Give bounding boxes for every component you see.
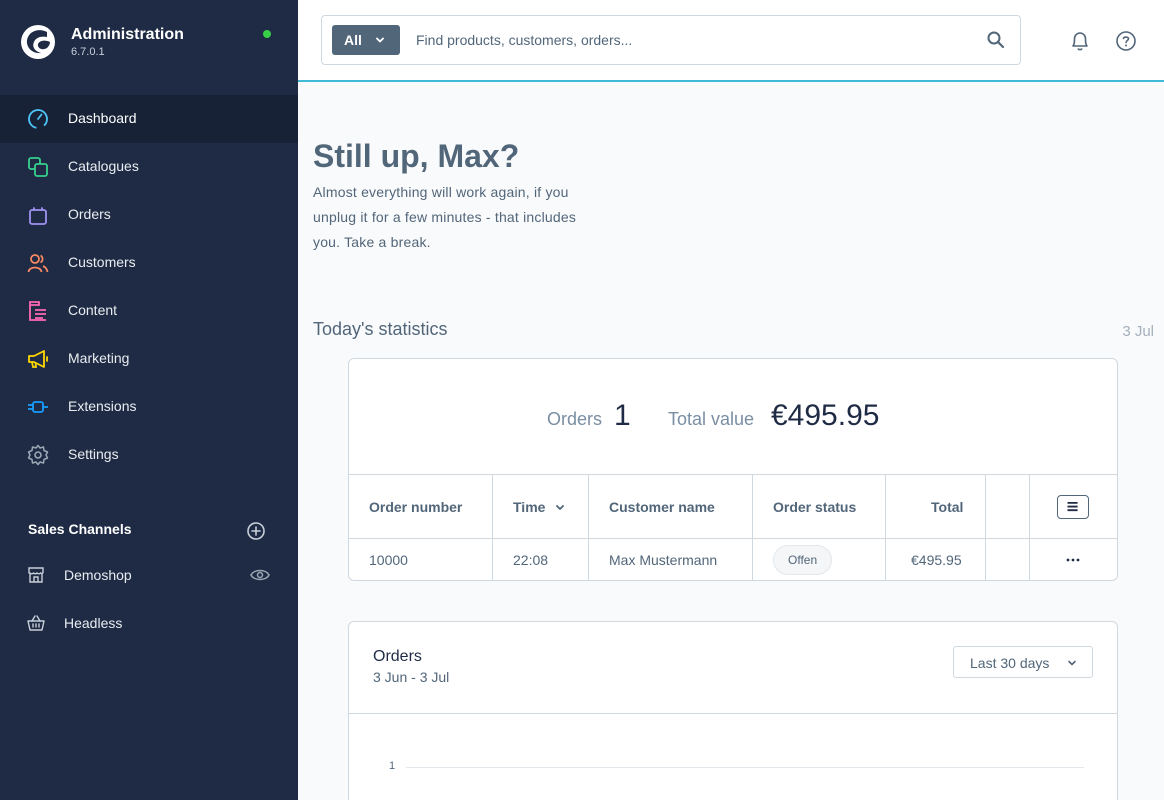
- nav-item-content[interactable]: Content: [0, 287, 298, 335]
- today-statistics-card: Orders 1 Total value €495.95 Order numbe…: [348, 358, 1118, 581]
- greeting-title: Still up, Max?: [313, 138, 520, 174]
- cell-customer-name: Max Mustermann: [609, 552, 718, 568]
- content-icon: [29, 301, 46, 321]
- sales-channel-label: Headless: [64, 615, 123, 631]
- orders-kpi-value: 1: [614, 399, 631, 432]
- bell-icon[interactable]: [1068, 29, 1092, 53]
- chevron-down-icon: [376, 37, 384, 43]
- chart-gridline: [406, 767, 1084, 768]
- search-type-dropdown[interactable]: All: [332, 25, 400, 55]
- app-version: 6.7.0.1: [71, 46, 105, 58]
- sort-descending-icon[interactable]: [554, 503, 566, 513]
- column-header-time[interactable]: Time: [513, 499, 545, 515]
- megaphone-icon: [28, 350, 48, 368]
- search-icon[interactable]: [986, 30, 1006, 50]
- search-input[interactable]: [416, 26, 976, 54]
- app-title: Administration: [71, 26, 184, 43]
- nav-label: Dashboard: [68, 110, 137, 126]
- gear-icon: [27, 444, 49, 466]
- nav-item-extensions[interactable]: Extensions: [0, 383, 298, 431]
- online-status-dot: [263, 30, 271, 38]
- add-sales-channel-icon[interactable]: [246, 521, 266, 541]
- column-header-order-number[interactable]: Order number: [369, 499, 462, 515]
- column-header-order-status[interactable]: Order status: [773, 499, 856, 515]
- period-select-label: Last 30 days: [970, 655, 1050, 671]
- chevron-down-icon: [1068, 660, 1076, 666]
- menu-icon: [1067, 501, 1078, 512]
- column-settings-button[interactable]: [1057, 495, 1089, 519]
- column-header-total[interactable]: Total: [931, 499, 963, 515]
- period-select[interactable]: Last 30 days: [953, 646, 1093, 678]
- cell-order-number[interactable]: 10000: [369, 552, 408, 568]
- nav-item-orders[interactable]: Orders: [0, 191, 298, 239]
- cell-time: 22:08: [513, 552, 549, 568]
- more-actions-icon[interactable]: [1061, 551, 1085, 569]
- shopware-logo-icon[interactable]: [20, 24, 56, 60]
- brand-header: Administration 6.7.0.1: [0, 0, 298, 95]
- greeting-text: Almost everything will work again, if yo…: [313, 184, 577, 250]
- orders-chart-title: Orders: [373, 648, 422, 665]
- divider: [349, 713, 1117, 714]
- eye-icon[interactable]: [250, 567, 270, 583]
- total-value-kpi-label: Total value: [668, 409, 755, 429]
- cell-total: €495.95: [911, 552, 962, 568]
- nav-item-catalogues[interactable]: Catalogues: [0, 143, 298, 191]
- table-row[interactable]: 10000 22:08 Max Mustermann Offen €495.95: [349, 539, 1117, 580]
- search-type-label: All: [344, 32, 362, 48]
- column-header-customer-name[interactable]: Customer name: [609, 499, 715, 515]
- orders-chart: 1: [379, 752, 1089, 792]
- orders-table: Order number Time Customer name Order st…: [349, 474, 1117, 580]
- nav-label: Customers: [68, 254, 136, 270]
- statistics-date: 3 Jul: [1122, 323, 1154, 340]
- nav-item-settings[interactable]: Settings: [0, 431, 298, 479]
- total-value-kpi-value: €495.95: [771, 399, 880, 432]
- nav-item-dashboard[interactable]: Dashboard: [0, 95, 298, 143]
- statistics-title: Today's statistics: [313, 319, 448, 339]
- sales-channels-header: Sales Channels: [28, 521, 132, 537]
- sales-channel-label: Demoshop: [64, 567, 132, 583]
- plug-icon: [28, 401, 48, 413]
- y-axis-tick: 1: [389, 760, 396, 772]
- orders-chart-range: 3 Jun - 3 Jul: [373, 669, 450, 685]
- nav-label: Settings: [68, 446, 119, 462]
- nav-item-customers[interactable]: Customers: [0, 239, 298, 287]
- sales-channel-headless[interactable]: Headless: [0, 603, 298, 643]
- orders-chart-card: Orders 3 Jun - 3 Jul Last 30 days 1: [348, 621, 1118, 800]
- kpi-row: Orders 1 Total value €495.95: [349, 359, 1117, 474]
- nav-label: Content: [68, 302, 118, 318]
- main-nav: Dashboard Catalogues Orders Customers Co…: [0, 95, 298, 479]
- help-icon[interactable]: [1114, 29, 1138, 53]
- storefront-icon: [28, 567, 44, 583]
- table-header-row: Order number Time Customer name Order st…: [349, 475, 1117, 539]
- customers-icon: [27, 254, 49, 273]
- status-badge: Offen: [773, 545, 833, 575]
- nav-item-marketing[interactable]: Marketing: [0, 335, 298, 383]
- top-bar: All: [298, 0, 1164, 82]
- nav-label: Extensions: [68, 398, 137, 414]
- nav-label: Orders: [68, 206, 111, 222]
- gauge-icon: [28, 109, 48, 129]
- shopping-bag-icon: [29, 207, 47, 225]
- orders-kpi-label: Orders: [547, 409, 603, 429]
- basket-icon: [27, 615, 45, 631]
- nav-label: Catalogues: [68, 158, 139, 174]
- nav-label: Marketing: [68, 350, 130, 366]
- global-search: All: [321, 15, 1021, 65]
- sidebar: Administration 6.7.0.1 Dashboard Catalog…: [0, 0, 298, 800]
- catalogue-icon: [28, 157, 48, 177]
- sales-channel-demoshop[interactable]: Demoshop: [0, 555, 298, 595]
